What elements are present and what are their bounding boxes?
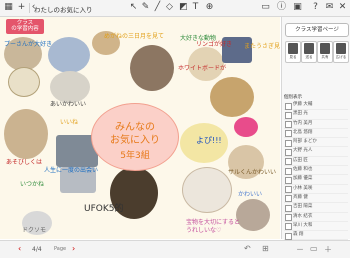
handwritten-note: リンゴが好き: [196, 41, 233, 48]
prev-page-icon[interactable]: ‹: [18, 244, 21, 253]
mail-icon[interactable]: ✉: [324, 2, 335, 13]
checkbox[interactable]: [285, 102, 292, 110]
handwritten-note: いいね: [60, 119, 79, 126]
student-row[interactable]: 北島 悠翔: [284, 129, 348, 139]
expand-icon: [336, 43, 346, 54]
handwritten-note: サルくんかわいい: [228, 169, 277, 176]
checkbox[interactable]: [285, 167, 292, 175]
handwritten-note: あいかわいい: [50, 101, 87, 108]
shape-tool-icon[interactable]: ◩: [178, 2, 189, 13]
help-icon[interactable]: ?: [310, 2, 321, 13]
send-icon: [304, 43, 314, 54]
whiteboard-canvas[interactable]: クラス の学習内容 みんなの お気に入り 5年3組 プーさんが大好き めがねの三…: [0, 17, 280, 239]
student-list: 伊藤 大輔 黒田 光 竹内 美月 北島 悠翔 阿部 まどか 大野 光人 広田 匠…: [284, 101, 348, 250]
pen-tool-icon[interactable]: ✎: [140, 2, 151, 13]
eraser-tool-icon[interactable]: ◇: [164, 2, 175, 13]
checkbox[interactable]: [285, 214, 292, 222]
mode-buttons: 見る 送る 共有 広げる: [282, 41, 350, 63]
share-icon: [320, 43, 330, 54]
mode-expand-button[interactable]: 広げる: [333, 41, 349, 63]
heart-sticker[interactable]: [234, 117, 258, 137]
zoom-in-icon[interactable]: ＋: [324, 244, 332, 255]
display-icon[interactable]: ▣: [292, 2, 303, 13]
checkbox[interactable]: [285, 223, 292, 231]
present-icon[interactable]: ▭: [260, 2, 271, 13]
right-sidebar: クラス学習ページ 見る 送る 共有 広げる 個別表示 伊藤 大輔 黒田 光 竹内…: [281, 17, 350, 250]
view-icon: [288, 43, 298, 54]
checkbox[interactable]: [285, 139, 292, 147]
handwritten-note: プーさんが大好き: [4, 41, 53, 48]
student-row[interactable]: 大野 光人: [284, 147, 348, 157]
class-tab[interactable]: クラス の学習内容: [6, 19, 44, 34]
handwritten-note: めがねの三日月を見て: [104, 33, 165, 40]
marker-tool-icon[interactable]: ╱: [152, 2, 163, 13]
checkbox[interactable]: [285, 186, 292, 194]
checkbox[interactable]: [285, 195, 292, 203]
page-indicator: 4/4: [32, 246, 42, 253]
add-page-icon[interactable]: ⊞: [262, 244, 269, 253]
student-row[interactable]: 佐藤 和也: [284, 166, 348, 176]
mode-share-button[interactable]: 共有: [317, 41, 333, 63]
photo-card[interactable]: [236, 199, 270, 231]
checkbox[interactable]: [285, 176, 292, 184]
center-title-line3: 5年3組: [120, 151, 150, 161]
center-title-line2: お気に入り: [110, 135, 160, 146]
handwritten-note: よぴ!!!: [196, 136, 222, 145]
student-row[interactable]: 伊藤 大輔: [284, 101, 348, 111]
mode-send-button[interactable]: 送る: [301, 41, 317, 63]
close-icon[interactable]: ✕: [337, 2, 348, 13]
photo-card[interactable]: [210, 77, 254, 117]
add-icon[interactable]: +: [16, 2, 27, 13]
student-row[interactable]: 早川 大和: [284, 222, 348, 232]
select-tool-icon[interactable]: ↖: [128, 2, 139, 13]
student-row[interactable]: 清水 結衣: [284, 213, 348, 222]
student-row[interactable]: 斉藤 健: [284, 194, 348, 204]
student-row[interactable]: 竹内 美月: [284, 120, 348, 129]
handwritten-note: 人生に一度の出会い: [44, 167, 99, 174]
class-tab-line2: の学習内容: [11, 26, 39, 32]
photo-card[interactable]: [8, 67, 40, 97]
bottom-bar: ‹ 4/4 Page › ↶ ⊞ － ▭ ＋: [0, 240, 350, 258]
center-title-bubble[interactable]: みんなの お気に入り 5年3組: [91, 103, 179, 171]
student-row[interactable]: 小林 美咲: [284, 185, 348, 194]
student-row[interactable]: 吉田 陽菜: [284, 203, 348, 213]
photo-card[interactable]: [130, 45, 174, 91]
zoom-out-icon[interactable]: －: [296, 244, 304, 255]
checkbox[interactable]: [285, 148, 292, 156]
handwritten-note: ドクソモ: [22, 227, 47, 234]
student-list-header: 個別表示: [284, 95, 302, 100]
link-tool-icon[interactable]: ⊕: [204, 2, 215, 13]
class-page-button[interactable]: クラス学習ページ: [285, 23, 349, 37]
checkbox[interactable]: [285, 111, 292, 119]
handwritten-note: あそびしくは: [6, 159, 43, 166]
handwritten-note: またうさぎ見たい: [244, 43, 280, 50]
handwritten-note: うれしいな♡: [186, 227, 222, 234]
checkbox[interactable]: [285, 232, 292, 240]
checkbox[interactable]: [285, 204, 292, 212]
student-row[interactable]: 黒田 光: [284, 110, 348, 120]
info-icon[interactable]: ⓘ: [276, 2, 287, 13]
student-row[interactable]: 阿部 まどか: [284, 138, 348, 148]
checkbox[interactable]: [285, 158, 292, 166]
undo-icon[interactable]: ↶: [244, 244, 251, 253]
next-page-icon[interactable]: ›: [72, 244, 75, 253]
document-title: わたしのお気に入り: [34, 6, 93, 14]
page-label: Page: [54, 246, 67, 252]
photo-card[interactable]: [182, 167, 232, 213]
top-toolbar: ▦ + ‹ わたしのお気に入り ↖ ✎ ╱ ◇ ◩ T ⊕ ▭ ⓘ ▣ ? ✉ …: [0, 0, 350, 17]
checkbox[interactable]: [285, 121, 292, 129]
student-row[interactable]: 加藤 優菜: [284, 175, 348, 185]
photo-card[interactable]: [4, 109, 48, 159]
fit-icon[interactable]: ▭: [310, 244, 318, 253]
mode-view-button[interactable]: 見る: [285, 41, 301, 63]
handwritten-note: かわいい: [238, 191, 263, 198]
grid-menu-icon[interactable]: ▦: [3, 2, 14, 13]
text-tool-icon[interactable]: T: [190, 2, 201, 13]
checkbox[interactable]: [285, 130, 292, 138]
photo-card[interactable]: [48, 37, 90, 73]
student-row[interactable]: 広田 匠: [284, 157, 348, 167]
handwritten-note: ホワイトボードが: [178, 65, 227, 72]
handwritten-note: UFOK5的: [84, 204, 124, 214]
handwritten-note: いつかね: [20, 181, 45, 188]
